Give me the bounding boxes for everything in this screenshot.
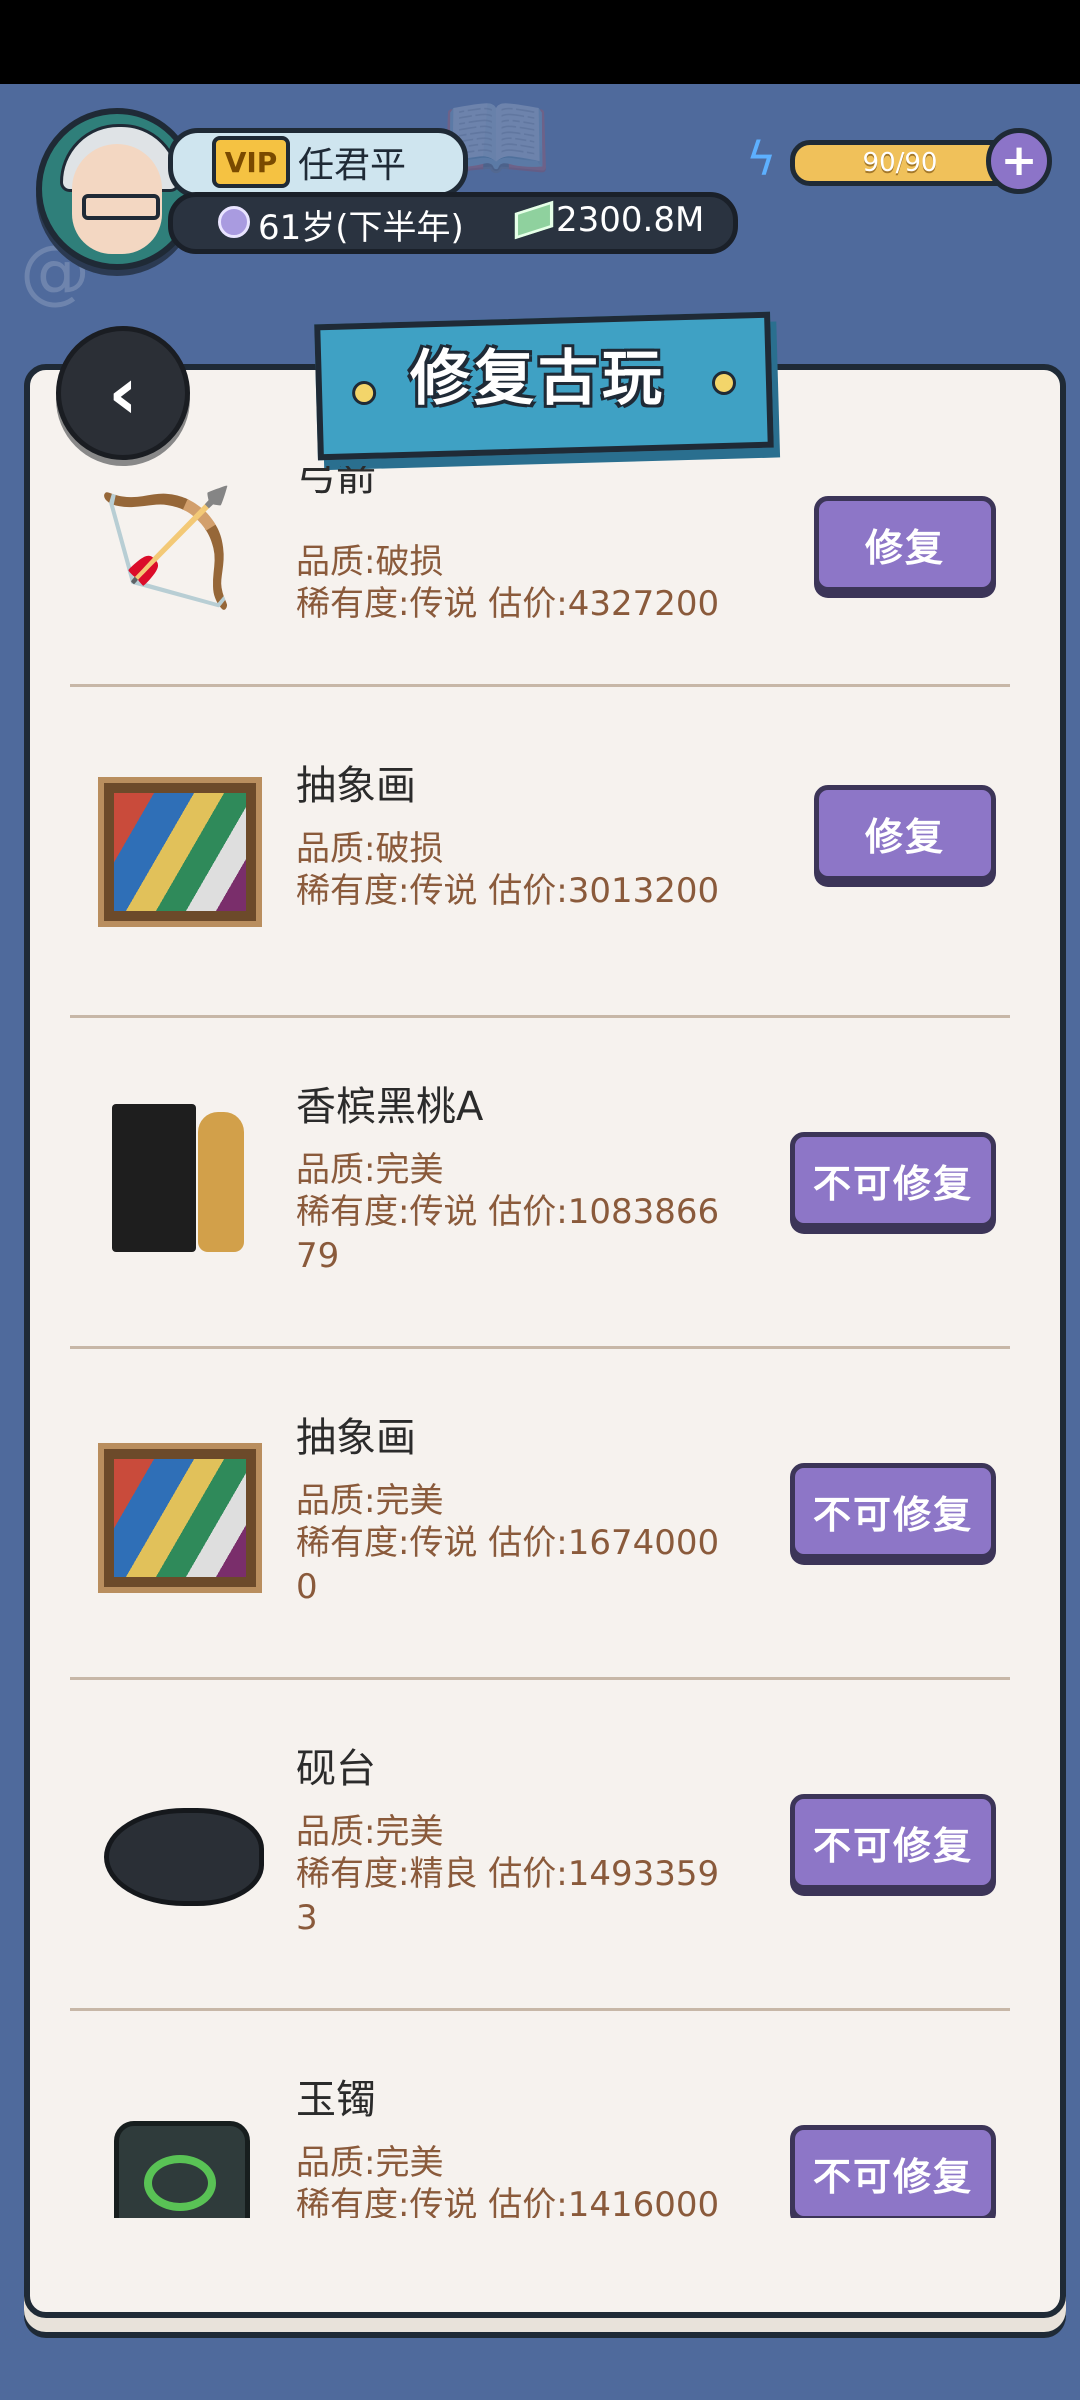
abstract-painting-icon xyxy=(98,1443,262,1593)
jade-bracelet-icon xyxy=(98,2091,262,2218)
inkstone-icon xyxy=(98,1772,264,1922)
energy-value: 90/90 xyxy=(862,148,938,178)
player-cash: 2300.8M xyxy=(556,200,705,240)
not-repairable-button[interactable]: 不可修复 xyxy=(790,2125,996,2218)
item-quality: 品质:破损 xyxy=(296,542,444,582)
item-rarity: 稀有度:传说 估价:1674000 0 xyxy=(296,1523,720,1607)
clock-icon xyxy=(218,206,250,238)
player-age: 61岁(下半年) xyxy=(258,208,464,248)
item-name: 香槟黑桃A xyxy=(296,1084,484,1130)
repair-button[interactable]: 修复 xyxy=(814,785,996,881)
item-rarity: 稀有度:传说 估价:1416000 0 xyxy=(296,2185,720,2218)
item-name: 弓箭 xyxy=(296,466,376,500)
champagne-icon xyxy=(98,1100,262,1252)
item-name: 玉镯 xyxy=(296,2077,376,2123)
item-rarity: 稀有度:精良 估价:1493359 3 xyxy=(296,1854,720,1938)
item-rarity: 稀有度:传说 估价:1083866 79 xyxy=(296,1192,720,1276)
item-name: 抽象画 xyxy=(296,1415,416,1461)
repair-button[interactable]: 修复 xyxy=(814,496,996,592)
not-repairable-button[interactable]: 不可修复 xyxy=(790,1794,996,1890)
page-title: 修复古玩 xyxy=(410,344,666,414)
item-quality: 品质:完美 xyxy=(296,1481,444,1521)
list-item: 抽象画 品质:破损 稀有度:传说 估价:3013200 修复 xyxy=(70,687,1010,1018)
player-name: 任君平 xyxy=(298,145,407,186)
item-quality: 品质:破损 xyxy=(296,829,444,869)
list-item: 香槟黑桃A 品质:完美 稀有度:传说 估价:1083866 79 不可修复 xyxy=(70,1018,1010,1349)
list-item: 🏹 弓箭 品质:破损 稀有度:传说 估价:4327200 修复 xyxy=(70,466,1010,687)
bow-arrow-icon: 🏹 xyxy=(96,483,236,613)
add-energy-button[interactable]: + xyxy=(986,128,1052,194)
avatar[interactable] xyxy=(36,108,198,270)
item-name: 砚台 xyxy=(296,1746,376,1792)
item-list[interactable]: 🏹 弓箭 品质:破损 稀有度:传说 估价:4327200 修复 抽象画 品质:破… xyxy=(70,466,1010,2218)
item-rarity: 稀有度:传说 估价:3013200 xyxy=(296,871,720,911)
vip-badge[interactable]: VIP xyxy=(212,136,290,188)
list-item: 抽象画 品质:完美 稀有度:传说 估价:1674000 0 不可修复 xyxy=(70,1349,1010,1680)
not-repairable-button[interactable]: 不可修复 xyxy=(790,1132,996,1228)
list-item: 砚台 品质:完美 稀有度:精良 估价:1493359 3 不可修复 xyxy=(70,1680,1010,2011)
item-quality: 品质:完美 xyxy=(296,1812,444,1852)
not-repairable-button[interactable]: 不可修复 xyxy=(790,1463,996,1559)
status-bar xyxy=(0,0,1080,84)
item-rarity: 稀有度:传说 估价:4327200 xyxy=(296,584,720,624)
item-name: 抽象画 xyxy=(296,763,416,809)
lightning-icon: ϟ xyxy=(746,132,777,186)
abstract-painting-icon xyxy=(98,777,262,927)
item-quality: 品质:完美 xyxy=(296,2143,444,2183)
list-item: 玉镯 品质:完美 稀有度:传说 估价:1416000 0 不可修复 xyxy=(70,2011,1010,2218)
avatar-glasses xyxy=(82,194,160,220)
item-quality: 品质:完美 xyxy=(296,1150,444,1190)
back-button[interactable]: ‹ xyxy=(56,326,190,460)
